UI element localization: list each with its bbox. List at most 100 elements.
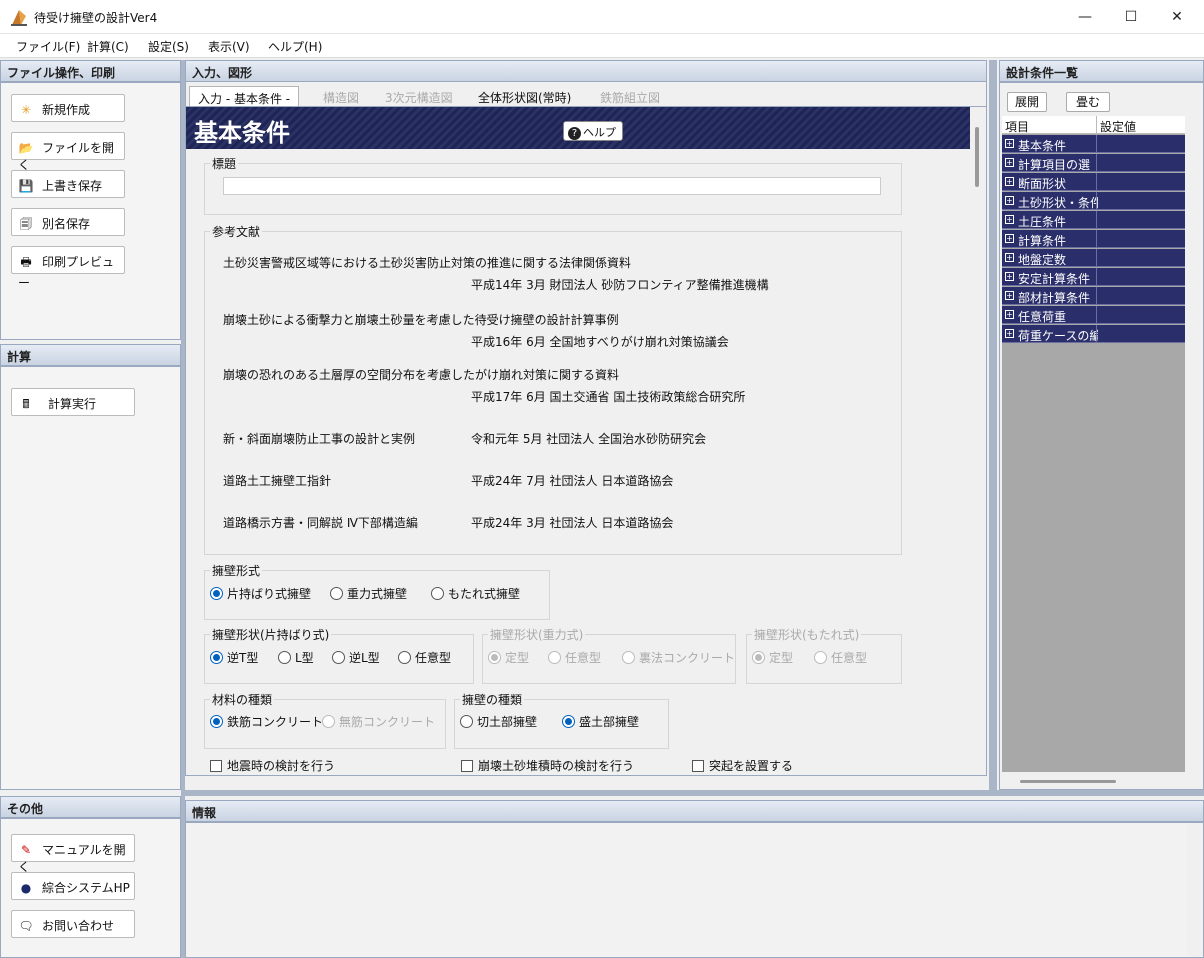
- material-label: 材料の種類: [210, 691, 275, 708]
- tree-item-calc-conditions[interactable]: + 計算条件: [1002, 230, 1185, 248]
- menu-view[interactable]: 表示(V): [208, 38, 250, 55]
- close-button[interactable]: ✕: [1154, 0, 1200, 34]
- maximize-button[interactable]: ☐: [1108, 0, 1154, 34]
- radio-icon: [752, 651, 765, 664]
- globe-icon: ●: [20, 881, 32, 895]
- expand-icon: +: [1005, 196, 1014, 205]
- scroll-thumb[interactable]: [975, 127, 979, 187]
- radio-icon: [210, 651, 223, 664]
- info-panel: [185, 822, 1204, 958]
- menu-settings[interactable]: 設定(S): [148, 38, 189, 55]
- open-manual-button[interactable]: ✎ マニュアルを開く: [11, 834, 135, 874]
- radio-leaning-custom[interactable]: 任意型: [814, 649, 867, 666]
- radio-gravity-standard[interactable]: 定型: [488, 649, 529, 666]
- menu-calc[interactable]: 計算(C): [87, 38, 129, 55]
- radio-icon: [322, 715, 335, 728]
- hscroll-thumb[interactable]: [1020, 780, 1116, 783]
- seismic-check[interactable]: 地震時の検討を行う: [210, 757, 335, 774]
- menu-bar: ファイル(F) 計算(C) 設定(S) 表示(V) ヘルプ(H): [0, 34, 1204, 58]
- radio-leaning[interactable]: もたれ式擁壁: [431, 585, 520, 602]
- info-scrollbar[interactable]: [1187, 823, 1203, 957]
- deposit-check[interactable]: 崩壊土砂堆積時の検討を行う: [461, 757, 634, 774]
- collapse-button[interactable]: 畳む: [1066, 92, 1110, 112]
- tab-rebar[interactable]: 鉄筋組立図: [592, 86, 668, 106]
- sparkle-icon: ✳: [20, 103, 32, 117]
- pdf-icon: ✎: [20, 843, 32, 857]
- tree-item-load-case[interactable]: + 荷重ケースの編: [1002, 325, 1185, 343]
- tree-item-soil-shape[interactable]: + 土砂形状・条件: [1002, 192, 1185, 210]
- banner-title: 基本条件: [194, 118, 290, 147]
- ref-title: 崩壊の恐れのある土層厚の空間分布を考慮したがけ崩れ対策に関する資料: [223, 368, 620, 382]
- ref-title: 崩壊土砂による衝撃力と崩壊土砂量を考慮した待受け擁壁の設計計算事例: [223, 313, 619, 327]
- expand-button[interactable]: 展開: [1007, 92, 1047, 112]
- radio-fill-wall[interactable]: 盛土部擁壁: [562, 713, 639, 730]
- tree-item-section[interactable]: + 断面形状: [1002, 173, 1185, 191]
- shape-gravity-label: 擁壁形状(重力式): [488, 626, 586, 643]
- radio-custom[interactable]: 任意型: [398, 649, 451, 666]
- floppy-icon: 💾: [18, 179, 34, 193]
- tree-item-basic[interactable]: + 基本条件: [1002, 135, 1185, 153]
- radio-icon: [431, 587, 444, 600]
- banner: 基本条件 ? ヘルプ: [186, 107, 971, 149]
- content-scrollbar[interactable]: [970, 107, 986, 775]
- tree-item-earth-pressure[interactable]: + 土圧条件: [1002, 211, 1185, 229]
- tree-item-member[interactable]: + 部材計算条件: [1002, 287, 1185, 305]
- tree-item-custom-load[interactable]: + 任意荷重: [1002, 306, 1185, 324]
- bottom-splitter[interactable]: [185, 790, 1204, 796]
- expand-icon: +: [1005, 177, 1014, 186]
- expand-icon: +: [1005, 291, 1014, 300]
- projection-check[interactable]: 突起を設置する: [692, 757, 793, 774]
- tree-item-stability[interactable]: + 安定計算条件: [1002, 268, 1185, 286]
- radio-rc[interactable]: 鉄筋コンクリート: [210, 713, 323, 730]
- conditions-panel-title: 設計条件一覧: [999, 60, 1204, 82]
- ref-meta: 令和元年 5月 社団法人 全国治水砂防研究会: [471, 432, 707, 446]
- radio-l-type[interactable]: L型: [278, 649, 314, 666]
- radio-cantilever[interactable]: 片持ばり式擁壁: [210, 585, 311, 602]
- checkbox-icon: [210, 760, 222, 772]
- radio-plain-concrete[interactable]: 無筋コンクリート: [322, 713, 435, 730]
- run-calc-button[interactable]: 🖩 計算実行: [11, 388, 135, 416]
- radio-back-concrete[interactable]: 裏法コンクリート: [622, 649, 735, 666]
- save-as-button[interactable]: 🗐 別名保存: [11, 208, 125, 236]
- save-button[interactable]: 💾 上書き保存: [11, 170, 125, 198]
- radio-gravity-custom[interactable]: 任意型: [548, 649, 601, 666]
- tree-hscrollbar[interactable]: [1002, 772, 1202, 788]
- expand-icon: +: [1005, 310, 1014, 319]
- minimize-button[interactable]: —: [1062, 0, 1108, 34]
- ref-title: 道路橋示方書・同解説 Ⅳ下部構造編: [223, 516, 418, 530]
- calc-panel: 🖩 計算実行: [0, 366, 181, 790]
- tab-basic-input[interactable]: 入力 - 基本条件 -: [189, 86, 300, 106]
- print-preview-button[interactable]: 🖶 印刷プレビュー: [11, 246, 125, 290]
- radio-leaning-standard[interactable]: 定型: [752, 649, 793, 666]
- radio-inverted-t[interactable]: 逆T型: [210, 649, 258, 666]
- help-button[interactable]: ? ヘルプ: [563, 121, 623, 141]
- title-input[interactable]: [223, 177, 881, 195]
- checkbox-icon: [692, 760, 704, 772]
- homepage-button[interactable]: ● 綜合システムHP: [11, 872, 135, 900]
- info-panel-title: 情報: [185, 800, 1204, 822]
- references-group-label: 参考文献: [210, 223, 263, 240]
- radio-inverted-l[interactable]: 逆L型: [332, 649, 380, 666]
- checkbox-icon: [461, 760, 473, 772]
- tab-structure[interactable]: 構造図: [315, 86, 367, 106]
- radio-icon: [210, 587, 223, 600]
- tree-item-calc-items[interactable]: + 計算項目の選: [1002, 154, 1185, 172]
- radio-icon: [562, 715, 575, 728]
- radio-gravity[interactable]: 重力式擁壁: [330, 585, 407, 602]
- open-file-button[interactable]: 📂 ファイルを開く: [11, 132, 125, 172]
- right-splitter[interactable]: [989, 60, 997, 792]
- tab-overall-shape[interactable]: 全体形状図(常時): [470, 86, 579, 106]
- radio-cut-wall[interactable]: 切土部擁壁: [460, 713, 537, 730]
- tree-scrollbar[interactable]: [1186, 116, 1202, 772]
- new-file-button[interactable]: ✳ 新規作成: [11, 94, 125, 122]
- menu-file[interactable]: ファイル(F): [16, 38, 80, 55]
- menu-help[interactable]: ヘルプ(H): [268, 38, 322, 55]
- contact-button[interactable]: 🗨 お問い合わせ: [11, 910, 135, 938]
- column-item: 項目: [1005, 120, 1030, 134]
- chat-icon: 🗨: [18, 919, 34, 933]
- tree-item-ground-constants[interactable]: + 地盤定数: [1002, 249, 1185, 267]
- radio-icon: [460, 715, 473, 728]
- expand-icon: +: [1005, 158, 1014, 167]
- tab-3d-structure[interactable]: 3次元構造図: [377, 86, 461, 106]
- radio-icon: [622, 651, 635, 664]
